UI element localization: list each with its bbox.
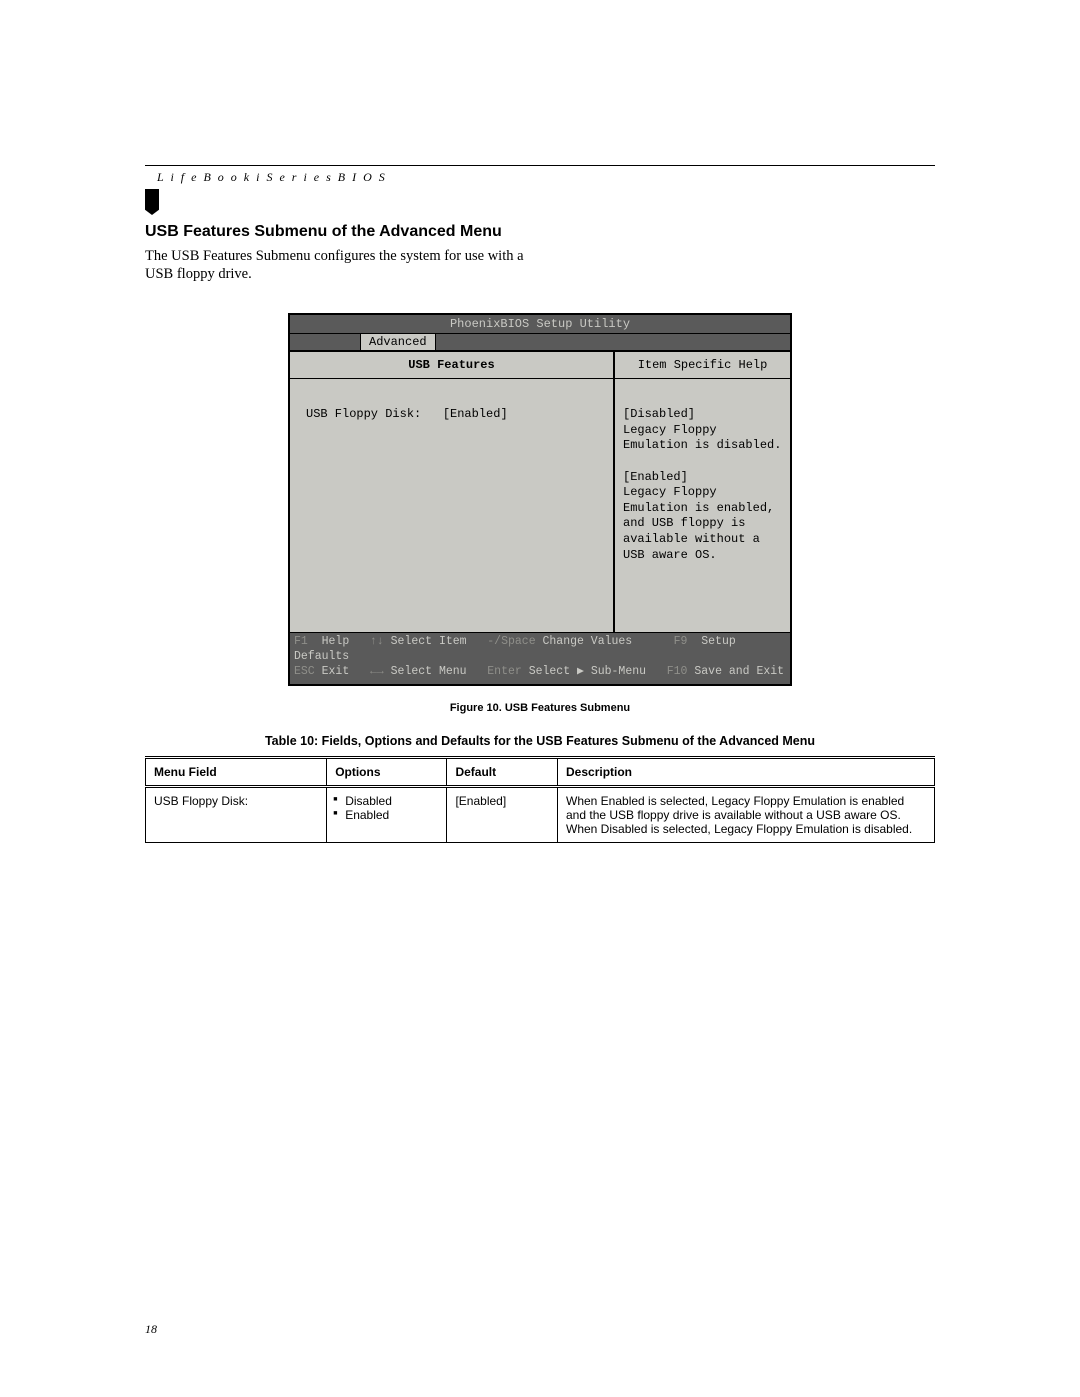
- bios-screenshot: PhoenixBIOS Setup Utility Advanced USB F…: [288, 313, 792, 686]
- header-rule: [145, 165, 935, 166]
- page: L i f e B o o k i S e r i e s B I O S US…: [0, 0, 1080, 1397]
- bios-footer-line2: ESC Exit ←→ Select Menu Enter Select ▶ S…: [294, 665, 786, 680]
- bios-right-header: Item Specific Help: [615, 352, 790, 379]
- bios-tabrow: Advanced: [290, 334, 790, 351]
- bios-body: USB Features USB Floppy Disk: [Enabled] …: [290, 351, 790, 632]
- figure-caption: Figure 10. USB Features Submenu: [145, 702, 935, 714]
- th-options: Options: [327, 758, 447, 787]
- bios-left-pane: USB Features USB Floppy Disk: [Enabled]: [290, 352, 615, 632]
- td-menu-field: USB Floppy Disk:: [146, 787, 327, 843]
- bios-field-value: [Enabled]: [443, 407, 508, 421]
- th-default: Default: [447, 758, 558, 787]
- td-description: When Enabled is selected, Legacy Floppy …: [558, 787, 935, 843]
- td-options: Disabled Enabled: [327, 787, 447, 843]
- bios-field-label: USB Floppy Disk:: [306, 407, 421, 421]
- page-number: 18: [145, 1322, 157, 1337]
- bios-footer: F1 Help ↑↓ Select Item -/Space Change Va…: [290, 632, 790, 684]
- td-default: [Enabled]: [447, 787, 558, 843]
- table-caption: Table 10: Fields, Options and Defaults f…: [145, 734, 935, 748]
- table-row: USB Floppy Disk: Disabled Enabled [Enabl…: [146, 787, 935, 843]
- section-intro: The USB Features Submenu configures the …: [145, 247, 545, 283]
- th-description: Description: [558, 758, 935, 787]
- option-item: Enabled: [335, 808, 438, 822]
- table-header-row: Menu Field Options Default Description: [146, 758, 935, 787]
- bios-right-pane: Item Specific Help [Disabled] Legacy Flo…: [615, 352, 790, 632]
- bios-tab-advanced: Advanced: [360, 333, 436, 350]
- help-line: Legacy Floppy Emulation is enabled, and …: [623, 485, 782, 563]
- help-line: [Disabled]: [623, 407, 782, 423]
- bookmark-icon: [145, 189, 159, 215]
- bios-field-row: USB Floppy Disk: [Enabled]: [290, 379, 613, 421]
- bios-footer-line1: F1 Help ↑↓ Select Item -/Space Change Va…: [294, 635, 786, 665]
- bios-help-text: [Disabled] Legacy Floppy Emulation is di…: [615, 379, 790, 563]
- running-header: L i f e B o o k i S e r i e s B I O S: [157, 170, 935, 185]
- option-item: Disabled: [335, 794, 438, 808]
- help-line: [Enabled]: [623, 470, 782, 486]
- section-title: USB Features Submenu of the Advanced Men…: [145, 223, 935, 241]
- bios-title: PhoenixBIOS Setup Utility: [290, 315, 790, 334]
- bios-left-header: USB Features: [290, 352, 613, 379]
- help-line: Legacy Floppy Emulation is disabled.: [623, 423, 782, 454]
- options-table: Menu Field Options Default Description U…: [145, 756, 935, 843]
- th-menu-field: Menu Field: [146, 758, 327, 787]
